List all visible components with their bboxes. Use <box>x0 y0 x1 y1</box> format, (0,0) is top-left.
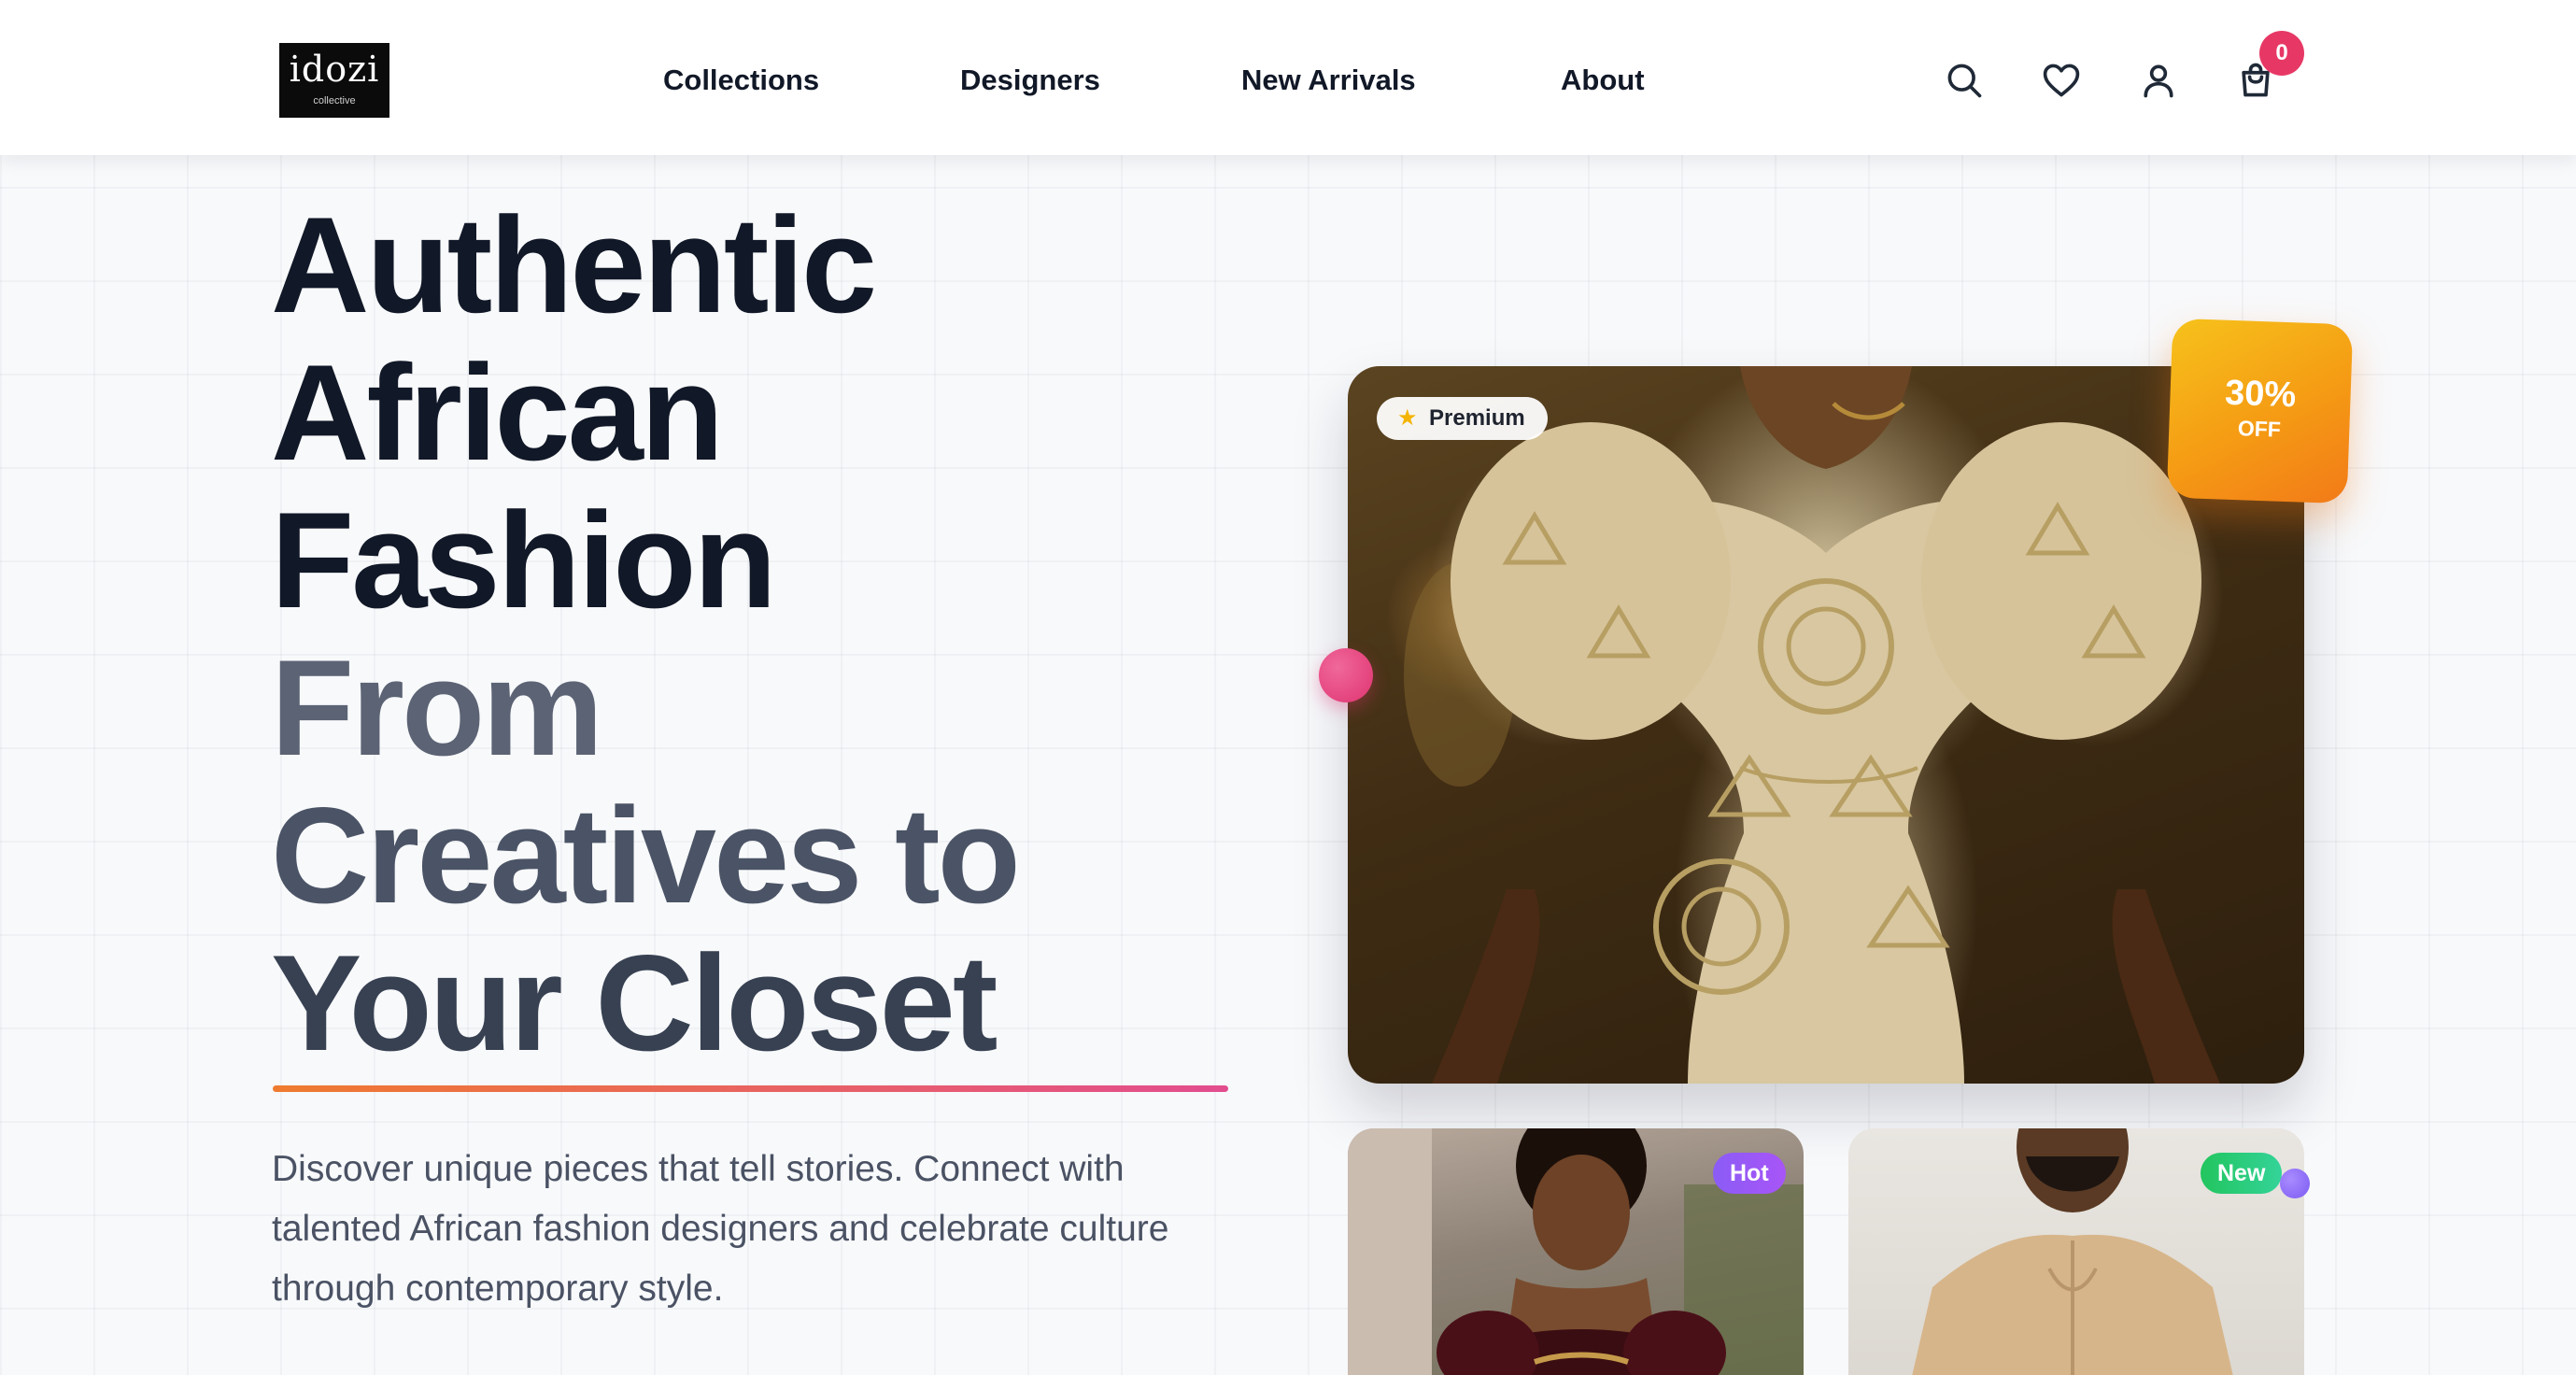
headline-line-3: Fashion <box>271 484 777 636</box>
logo-subtext: collective <box>313 95 356 106</box>
discount-value: 30% <box>2224 373 2297 416</box>
headline-line-6: Your Closet <box>271 927 998 1079</box>
heart-icon[interactable] <box>2041 60 2082 101</box>
discount-label: OFF <box>2237 416 2282 442</box>
nav-designers[interactable]: Designers <box>960 62 1100 99</box>
nav-new-arrivals[interactable]: New Arrivals <box>1241 62 1416 99</box>
headline-line-4: From <box>271 631 603 784</box>
headline-line-2: African <box>271 336 724 489</box>
user-icon[interactable] <box>2138 60 2179 101</box>
hero-description: Discover unique pieces that tell stories… <box>272 1149 1169 1309</box>
star-icon: ★ <box>1397 405 1418 431</box>
premium-badge: ★ Premium <box>1377 397 1548 440</box>
nav-collections[interactable]: Collections <box>663 62 819 99</box>
headline-underline <box>273 1085 1228 1092</box>
premium-label: Premium <box>1429 405 1525 431</box>
new-tag: New <box>2201 1153 2283 1194</box>
decorative-pink-dot <box>1319 648 1373 702</box>
nav-about[interactable]: About <box>1561 62 1645 99</box>
hot-tag: Hot <box>1713 1153 1786 1194</box>
site-header: idozi collective Collections Designers N… <box>0 0 2576 155</box>
dress-illustration <box>1404 366 2220 1084</box>
decorative-purple-dot <box>2280 1169 2310 1198</box>
brand-logo[interactable]: idozi collective <box>279 43 389 118</box>
search-icon[interactable] <box>1944 60 1985 101</box>
headline-line-5: Creatives to <box>271 779 1021 931</box>
hero-headline: Authentic African Fashion From Creatives… <box>271 191 1345 1077</box>
featured-product-image[interactable] <box>1348 366 2304 1084</box>
headline-line-1: Authentic <box>271 189 877 341</box>
cart-count-badge: 0 <box>2259 31 2304 76</box>
logo-text: idozi <box>289 49 380 90</box>
page: idozi collective Collections Designers N… <box>0 0 2576 1375</box>
discount-badge: 30% OFF <box>2166 318 2354 504</box>
